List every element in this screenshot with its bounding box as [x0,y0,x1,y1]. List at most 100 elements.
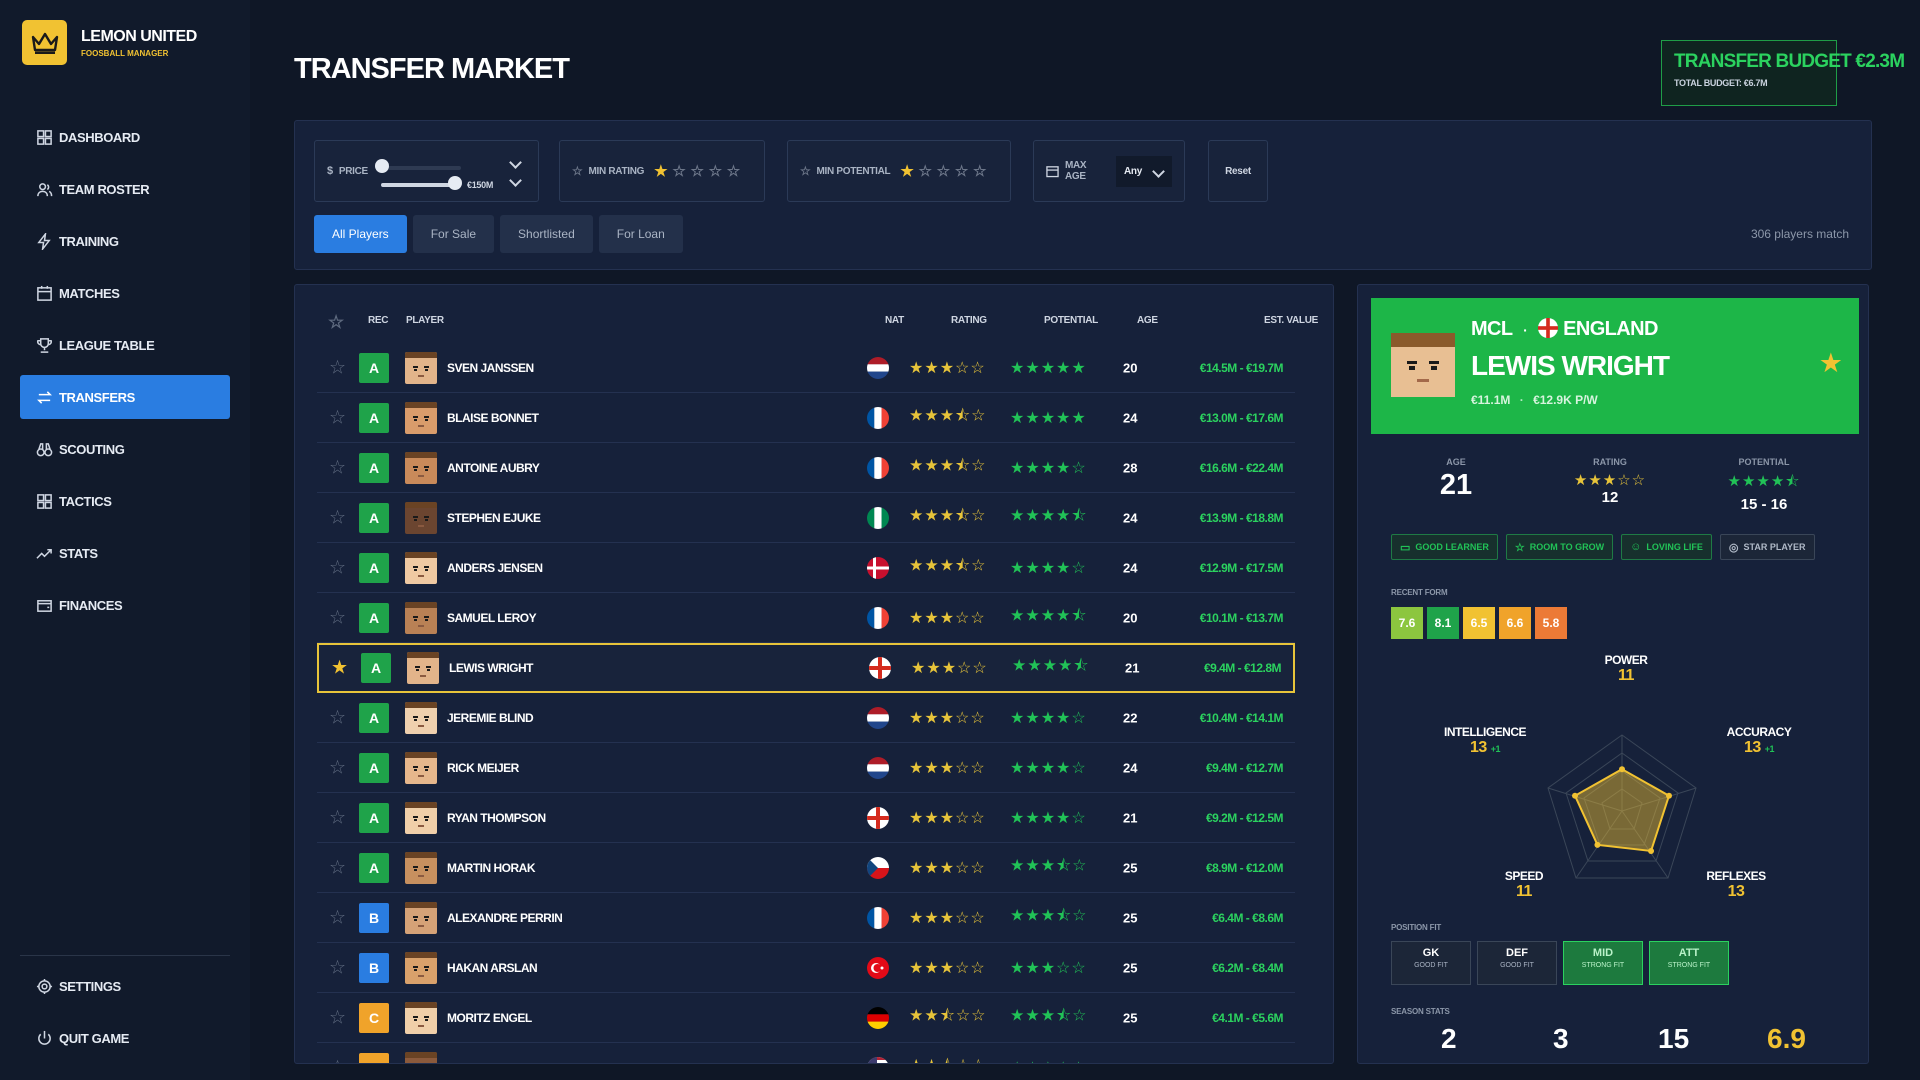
season-stat-1: 2 [1441,1023,1457,1054]
star-2-icon[interactable]: ☆ [672,163,685,180]
table-row[interactable]: ☆ A RYAN THOMPSON ★★★☆☆ ★★★★☆ 21 €9.2M - €12.5… [317,793,1295,843]
player-detail: MCL · ENGLAND LEWIS WRIGHT €11.1M · €12.… [1357,284,1869,1064]
player-name: SAMUEL LEROY [447,610,537,625]
table-row[interactable]: ★ A LEWIS WRIGHT ★★★☆☆ ★★★★⯪ 21 €9.4M - €12.8M [317,643,1295,693]
table-row[interactable]: ☆ A SAMUEL LEROY ★★★☆☆ ★★★★⯪ 20 €10.1M - €13.7… [317,593,1295,643]
table-row[interactable]: ☆ B ALEXANDRE PERRIN ★★★☆☆ ★★★⯪☆ 25 €6.4M - €8… [317,893,1295,943]
nav-item-scouting[interactable]: SCOUTING [20,427,230,471]
nav-item-matches[interactable]: MATCHES [20,271,230,315]
shortlist-star-icon[interactable]: ★ [1819,348,1843,379]
nav-item-dashboard[interactable]: DASHBOARD [20,115,230,159]
star-2-icon[interactable]: ☆ [919,163,932,180]
column-rec[interactable]: REC [368,315,389,326]
player-name: CADE BROOKS [447,1061,532,1064]
tab-all-players[interactable]: All Players [314,215,407,253]
nav-item-training[interactable]: TRAINING [20,219,230,263]
price-slider-min-handle[interactable] [375,159,389,173]
table-row[interactable]: ☆ A MARTIN HORAK ★★★☆☆ ★★★⯪☆ 25 €8.9M - €12.0M [317,843,1295,893]
shortlist-star-icon[interactable]: ☆ [329,806,346,829]
column-nat[interactable]: NAT [885,315,904,326]
nav-item-team-roster[interactable]: TEAM ROSTER [20,167,230,211]
table-row[interactable]: ☆ A ANTOINE AUBRY ★★★⯪☆ ★★★★☆ 28 €16.6M - €22.… [317,443,1295,493]
nav-item-tactics[interactable]: TACTICS [20,479,230,523]
shortlist-star-icon[interactable]: ☆ [329,606,346,629]
chevron-down-icon[interactable] [509,174,522,187]
nav-item-label: TEAM ROSTER [59,181,150,197]
potential-stars: ★★★★⯪ [1010,607,1088,624]
rating-stars: ★★★☆☆ [909,959,986,977]
nav-item-finances[interactable]: FINANCES [20,583,230,627]
star-1-icon[interactable]: ★ [900,163,913,180]
potential-stat: POTENTIAL ★★★★⯪ 15 - 16 [1704,457,1824,513]
star-4-icon[interactable]: ☆ [955,163,968,180]
column-rating[interactable]: RATING [951,315,987,326]
shortlist-star-icon[interactable]: ☆ [329,956,346,979]
nav-item-league-table[interactable]: LEAGUE TABLE [20,323,230,367]
player-avatar [405,851,437,884]
shortlist-star-icon[interactable]: ☆ [329,456,346,479]
player-avatar [405,601,437,634]
star-1-icon[interactable]: ★ [654,163,667,180]
min-potential-stars[interactable]: ★ ☆ ☆ ☆ ☆ [900,162,991,180]
shortlist-star-icon[interactable]: ☆ [329,1006,346,1029]
column-player[interactable]: PLAYER [406,315,444,326]
reset-button[interactable]: Reset [1208,140,1268,202]
table-row[interactable]: ☆ A RICK MEIJER ★★★☆☆ ★★★★☆ 24 €9.4M - €12.7M [317,743,1295,793]
trait-label: GOOD LEARNER [1415,542,1489,552]
gear-icon [36,978,53,994]
tab-shortlisted[interactable]: Shortlisted [500,215,593,253]
main-content: TRANSFER MARKET TRANSFER BUDGET €2.3M TO… [250,0,1920,1080]
nav-item-quit-game[interactable]: QUIT GAME [20,1016,230,1060]
price-max-select[interactable]: €150M [467,180,493,190]
column-age[interactable]: AGE [1137,315,1158,326]
shortlist-star-icon[interactable]: ☆ [329,906,346,929]
attr-speed-value: 11 [1516,883,1532,900]
star-outline-icon[interactable]: ☆ [328,312,344,333]
brand[interactable]: LEMON UNITED FOOSBALL MANAGER [22,20,197,65]
table-row[interactable]: ☆ B HAKAN ARSLAN ★★★☆☆ ★★★☆☆ 25 €6.2M - €8.4M [317,943,1295,993]
table-row[interactable]: ☆ A STEPHEN EJUKE ★★★⯪☆ ★★★★⯪ 24 €13.9M - €18.… [317,493,1295,543]
shortlist-star-icon[interactable]: ☆ [329,856,346,879]
potential-stars: ★★★★⯪ [1010,507,1088,524]
star-5-icon[interactable]: ☆ [727,163,740,180]
nav-item-label: TRAINING [59,233,119,249]
chevron-down-icon[interactable] [509,156,522,169]
player-avatar [405,1001,437,1034]
shortlist-star-icon[interactable]: ☆ [329,706,346,729]
player-value: €12.9M - €17.5M [1199,560,1284,575]
table-row[interactable]: ☆ A SVEN JANSSEN ★★★☆☆ ★★★★★ 20 €14.5M - €19.7… [317,343,1295,393]
column-potential[interactable]: POTENTIAL [1044,315,1098,326]
star-4-icon[interactable]: ☆ [709,163,722,180]
tab-for-loan[interactable]: For Loan [598,215,683,253]
player-avatar [405,501,437,534]
table-row[interactable]: ☆ C CADE BROOKS ★★⯪☆☆ ★★★☆☆ 24 €3.7M - €5.0M [317,1043,1295,1064]
min-rating-stars[interactable]: ★ ☆ ☆ ☆ ☆ [654,162,745,180]
shortlist-star-icon[interactable]: ☆ [329,1056,346,1063]
nav-item-settings[interactable]: SETTINGS [20,964,230,1008]
star-3-icon[interactable]: ☆ [937,163,950,180]
shortlist-star-icon[interactable]: ☆ [329,756,346,779]
shortlist-star-icon[interactable]: ☆ [329,556,346,579]
table-row[interactable]: ☆ A ANDERS JENSEN ★★★⯪☆ ★★★★☆ 24 €12.9M - €17.… [317,543,1295,593]
radar-point-power [1619,766,1625,773]
star-5-icon[interactable]: ☆ [973,163,986,180]
player-name: JEREMIE BLIND [447,710,534,725]
price-slider-max-handle[interactable] [448,176,462,190]
column-value[interactable]: EST. VALUE [1264,315,1318,326]
nav-item-transfers[interactable]: TRANSFERS [20,375,230,419]
player-name: LEWIS WRIGHT [449,661,534,675]
table-row[interactable]: ☆ A JEREMIE BLIND ★★★☆☆ ★★★★☆ 22 €10.4M - €14.… [317,693,1295,743]
table-row[interactable]: ☆ A BLAISE BONNET ★★★⯪☆ ★★★★★ 24 €13.0M - €17.… [317,393,1295,443]
tab-for-sale[interactable]: For Sale [412,215,495,253]
table-row[interactable]: ☆ C MORITZ ENGEL ★★⯪☆☆ ★★★⯪☆ 25 €4.1M - €5.6M [317,993,1295,1043]
nav-item-stats[interactable]: STATS [20,531,230,575]
shortlist-star-icon[interactable]: ☆ [329,506,346,529]
rating-stars: ★★★☆☆ [1573,472,1647,489]
max-age-select[interactable]: Any [1116,155,1172,187]
nav-divider [20,955,230,956]
star-3-icon[interactable]: ☆ [690,163,703,180]
shortlist-star-icon[interactable]: ☆ [329,356,346,379]
shortlist-star-icon[interactable]: ☆ [329,406,346,429]
age-label: AGE [1446,457,1466,467]
shortlist-star-icon[interactable]: ★ [331,657,348,680]
